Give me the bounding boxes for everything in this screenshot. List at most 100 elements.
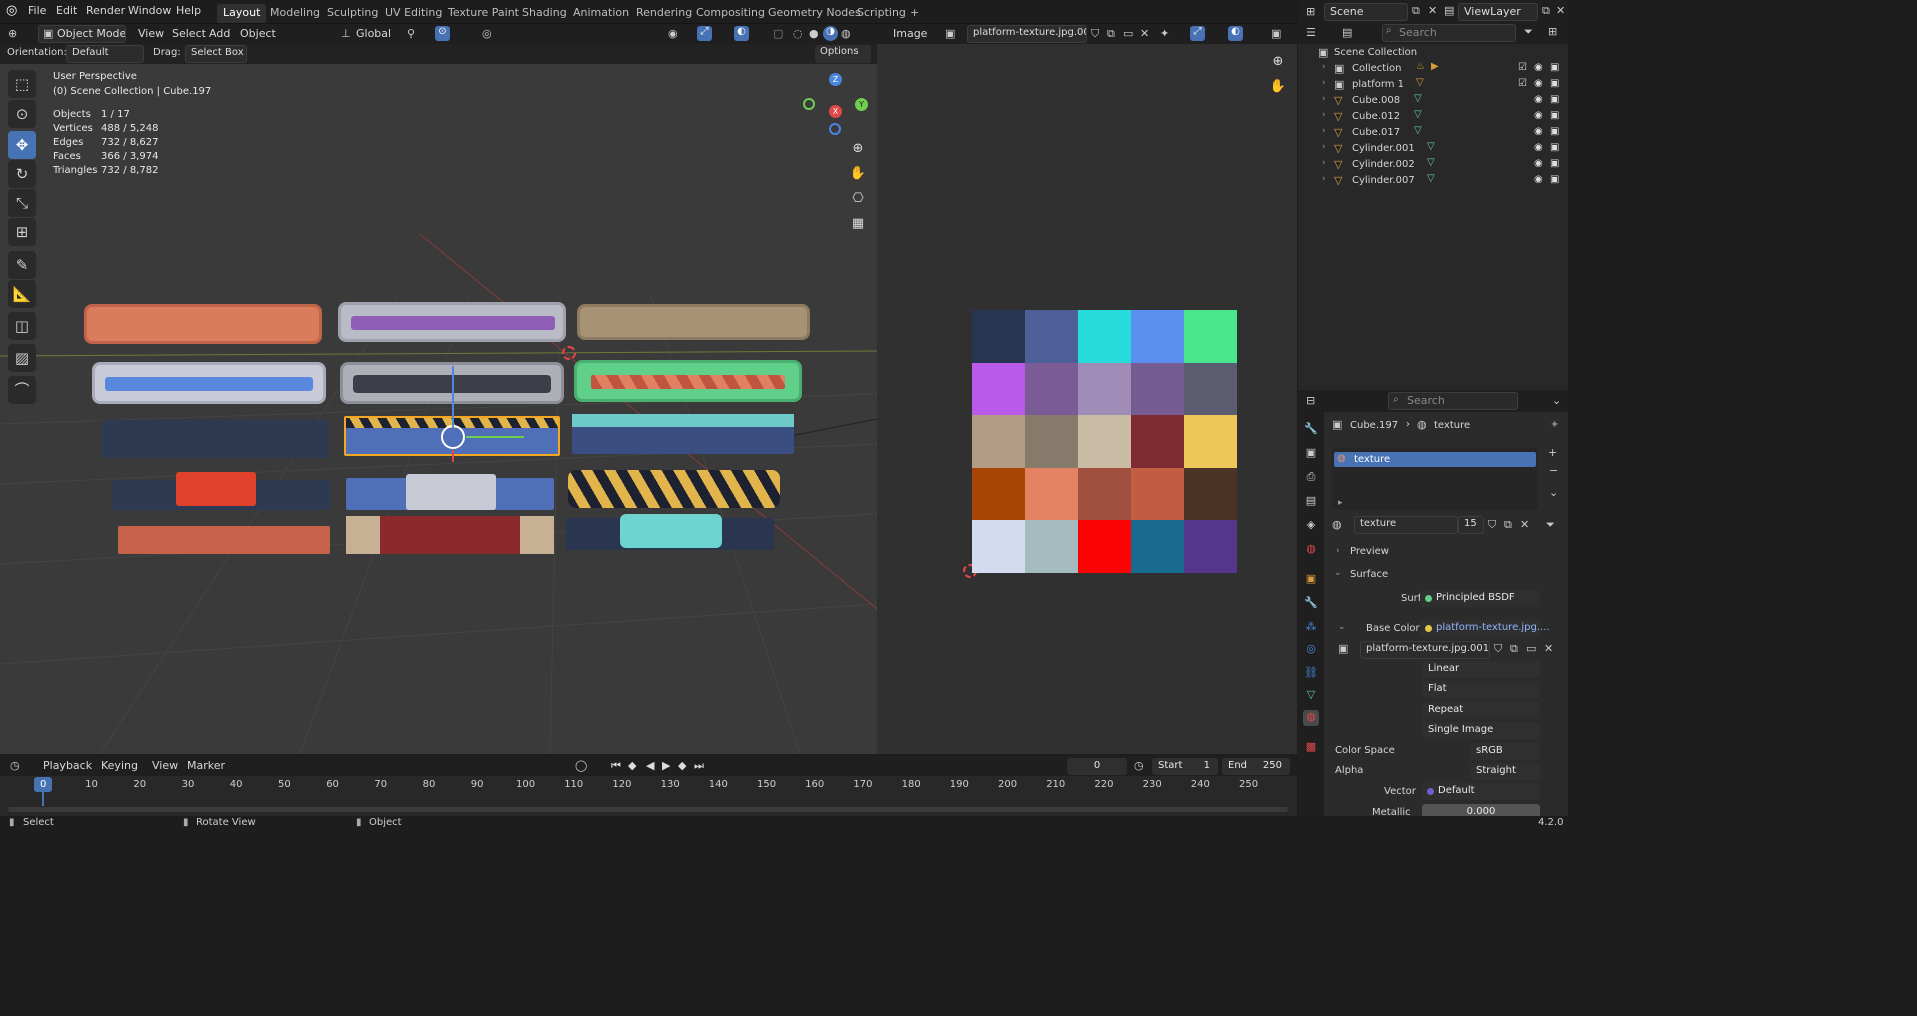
platform-teal-bricks[interactable] — [572, 414, 794, 454]
camera-render-icon[interactable]: ▣ — [1550, 94, 1559, 105]
slot-menu-icon[interactable]: ⌄ — [1549, 486, 1558, 499]
expand-arrow-icon[interactable]: ▸ — [1338, 498, 1343, 508]
open-image-icon[interactable]: ▭ — [1526, 642, 1536, 655]
platform-dark-red-connector[interactable] — [112, 472, 330, 510]
display-channels-icon[interactable]: ▣ — [1271, 27, 1281, 40]
base-color-field[interactable]: platform-texture.jpg.... — [1420, 620, 1550, 637]
data-tab-icon[interactable]: ▽ — [1303, 688, 1319, 704]
play-reverse-icon[interactable]: ◀ — [646, 759, 654, 772]
expand-arrow-icon[interactable]: › — [1322, 174, 1326, 184]
xray-icon[interactable]: ▢ — [773, 27, 783, 40]
menu-object[interactable]: Object — [240, 27, 276, 40]
platform-dark-truss[interactable] — [102, 420, 328, 458]
unlink-image-icon[interactable]: ✕ — [1544, 642, 1553, 655]
new-collection-icon[interactable]: ⊞ — [1548, 25, 1557, 38]
delete-view-layer-icon[interactable]: ✕ — [1556, 4, 1565, 17]
expand-arrow-icon[interactable]: › — [1322, 62, 1326, 72]
physics-tab-icon[interactable]: ◎ — [1303, 642, 1319, 658]
tab-scripting[interactable]: Scripting — [851, 4, 912, 23]
fake-user-icon[interactable]: ⛉ — [1494, 642, 1502, 656]
new-scene-icon[interactable]: ⧉ — [1412, 4, 1420, 18]
editor-type-icon[interactable]: ◷ — [10, 759, 20, 772]
expand-arrow-icon[interactable]: › — [1322, 110, 1326, 120]
outliner-row-cube-012[interactable]: › ▽ Cube.012 ▽ ◉ ▣ — [1298, 109, 1568, 125]
overlay-toggle-icon[interactable]: ◐ — [1228, 26, 1243, 41]
unlink-image-icon[interactable]: ✕ — [1140, 27, 1149, 40]
annotate-tool-icon[interactable]: ✎ — [8, 251, 36, 279]
world-tab-icon[interactable]: ◍ — [1303, 542, 1319, 558]
outliner-row-scene-collection[interactable]: ▣ Scene Collection — [1298, 45, 1568, 61]
editor-type-icon[interactable]: ⊟ — [1306, 394, 1315, 407]
camera-render-icon[interactable]: ▣ — [1550, 62, 1559, 73]
projection-dropdown[interactable]: Flat — [1422, 681, 1540, 698]
menu-file[interactable]: File — [28, 4, 46, 17]
camera-render-icon[interactable]: ▣ — [1550, 78, 1559, 89]
material-tab-icon[interactable]: ◍ — [1303, 710, 1319, 726]
start-frame-field[interactable]: Start 1 — [1152, 758, 1218, 775]
camera-render-icon[interactable]: ▣ — [1550, 158, 1559, 169]
end-frame-field[interactable]: End 250 — [1222, 758, 1290, 775]
checkbox-icon[interactable]: ☑ — [1518, 62, 1527, 73]
extension-dropdown[interactable]: Repeat — [1422, 702, 1540, 719]
cursor-tool-icon[interactable]: ⊙ — [8, 100, 36, 128]
visibility-icon[interactable]: ◉ — [668, 27, 678, 40]
pivot-icon[interactable]: ⚲ — [407, 27, 415, 40]
orientation-dropdown[interactable]: Default — [66, 45, 144, 63]
eye-icon[interactable]: ◉ — [1534, 94, 1543, 105]
new-view-layer-icon[interactable]: ⧉ — [1542, 4, 1550, 18]
move-tool-icon[interactable]: ✥ — [8, 131, 36, 159]
pan-hand-icon[interactable]: ✋ — [845, 161, 871, 187]
view-layer-selector[interactable]: ViewLayer — [1458, 3, 1538, 21]
link-menu-icon[interactable]: ⏷ — [1546, 518, 1555, 532]
new-image-icon[interactable]: ⧉ — [1510, 642, 1518, 656]
platform-blue-gold-dots[interactable] — [346, 474, 554, 510]
modifier-tab-icon[interactable]: 🔧 — [1303, 596, 1319, 612]
rendered-shading-icon[interactable]: ◍ — [841, 27, 851, 40]
transform-space-icon[interactable]: ⊥ — [341, 27, 351, 40]
camera-render-icon[interactable]: ▣ — [1550, 110, 1559, 121]
stopwatch-icon[interactable]: ◷ — [1134, 759, 1144, 772]
delete-scene-icon[interactable]: ✕ — [1428, 4, 1437, 17]
add-cube-tool-icon[interactable]: ◫ — [8, 312, 36, 340]
marker-menu[interactable]: Marker — [187, 759, 225, 772]
outliner-row-cylinder-001[interactable]: › ▽ Cylinder.001 ▽ ◉ ▣ — [1298, 141, 1568, 157]
gizmo-y-arrow[interactable] — [466, 436, 524, 438]
gizmo-x-arrow[interactable] — [452, 450, 454, 462]
open-image-icon[interactable]: ▭ — [1123, 27, 1133, 40]
fake-user-icon[interactable]: ⛉ — [1091, 27, 1099, 41]
alpha-dropdown[interactable]: Straight — [1470, 763, 1540, 780]
solid-shading-icon[interactable]: ● — [809, 27, 819, 40]
blender-logo-icon[interactable]: ◎ — [6, 3, 17, 18]
image-tool-icon[interactable]: ▨ — [8, 344, 36, 372]
snap-icon[interactable]: ⊙ — [435, 26, 450, 41]
source-dropdown[interactable]: Single Image — [1422, 722, 1540, 739]
tab-animation[interactable]: Animation — [567, 4, 635, 23]
add-workspace-button[interactable]: + — [904, 4, 925, 23]
scene-icon[interactable]: ⊞ — [1306, 5, 1315, 18]
camera-render-icon[interactable]: ▣ — [1550, 142, 1559, 153]
gizmo-z-arrow[interactable] — [452, 366, 454, 428]
tool-tab-icon[interactable]: 🔧 — [1303, 422, 1319, 438]
zoom-icon[interactable]: ⊕ — [845, 136, 871, 162]
expand-arrow-icon[interactable]: › — [1322, 142, 1326, 152]
camera-view-icon[interactable]: ⎔ — [845, 186, 871, 212]
tab-uv-editing[interactable]: UV Editing — [379, 4, 448, 23]
keying-menu[interactable]: Keying — [101, 759, 138, 772]
menu-render[interactable]: Render — [86, 4, 125, 17]
navigation-gizmo-y[interactable]: Y — [855, 98, 868, 111]
ortho-grid-icon[interactable]: ▦ — [845, 211, 871, 237]
scene-selector[interactable]: Scene — [1324, 3, 1408, 21]
editor-type-icon[interactable]: ☰ — [1306, 26, 1316, 39]
platform-orange-dots[interactable] — [84, 304, 322, 344]
play-icon[interactable]: ▶ — [662, 759, 670, 772]
gizmo-toggle-icon[interactable]: ⤢ — [697, 26, 712, 41]
display-mode-icon[interactable]: ▤ — [1342, 26, 1352, 39]
transform-orientation-dropdown[interactable]: Global — [356, 27, 391, 40]
eye-icon[interactable]: ◉ — [1534, 126, 1543, 137]
unlink-material-icon[interactable]: ✕ — [1520, 518, 1529, 531]
select-box-tool-icon[interactable]: ⬚ — [8, 70, 36, 98]
properties-search-input[interactable]: Search — [1388, 392, 1518, 410]
view-layer-icon[interactable]: ▤ — [1444, 4, 1454, 17]
eye-icon[interactable]: ◉ — [1534, 142, 1543, 153]
current-frame-field[interactable]: 0 — [1067, 758, 1127, 775]
